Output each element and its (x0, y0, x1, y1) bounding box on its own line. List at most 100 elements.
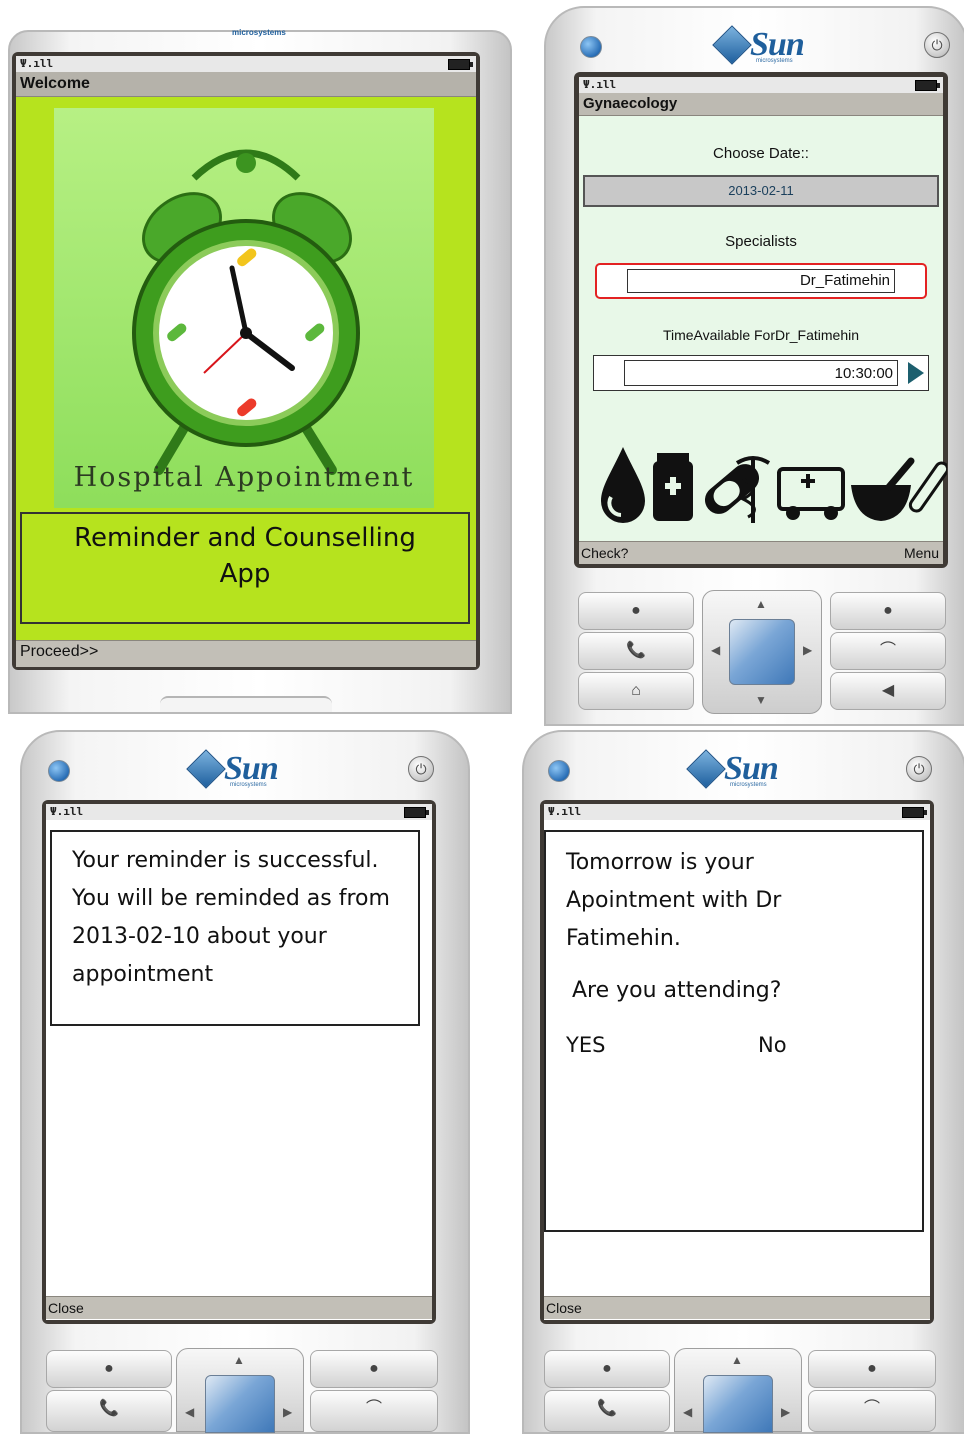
menu-soft-key[interactable]: Menu (904, 542, 939, 564)
dpad-right-icon[interactable]: ▶ (283, 1405, 292, 1419)
choose-date-label: Choose Date:: (713, 145, 809, 162)
dpad-left-icon[interactable]: ◀ (711, 643, 720, 657)
power-button[interactable]: ⏻ (924, 32, 950, 58)
left-soft-button[interactable]: ● (46, 1350, 172, 1388)
sun-logo: Sun microsystems (186, 749, 279, 789)
brand-small-text: microsystems (232, 28, 286, 37)
dpad-up-icon[interactable]: ▲ (233, 1353, 245, 1367)
brand-sub: microsystems (756, 58, 793, 64)
signal-icon: Ψ.ıll (20, 57, 54, 70)
screen-welcome-surface: Ψ.ıll Welcome Hospital Appointment Remin… (16, 56, 476, 667)
sun-diamond-icon (186, 749, 226, 789)
date-field[interactable]: 2013-02-11 (583, 175, 939, 207)
medicine-bottle-icon (653, 453, 693, 521)
status-bar: Ψ.ıll (579, 77, 943, 93)
medical-icons-strip (601, 447, 947, 523)
arrow-right-icon[interactable] (906, 362, 924, 384)
battery-icon (915, 80, 940, 91)
reminder-line-2: App (219, 559, 271, 589)
screen-gynaecology: Ψ.ıll Gynaecology Choose Date:: 2013-02-… (574, 72, 948, 568)
page-title: Welcome (16, 72, 476, 97)
signal-icon: Ψ.ıll (548, 805, 582, 818)
message-box: Your reminder is successful. You will be… (50, 830, 420, 1026)
dpad-left-icon[interactable]: ◀ (683, 1405, 692, 1419)
screen-attendance-surface: Ψ.ıll Tomorrow is your Apointment with D… (544, 804, 930, 1320)
home-button[interactable]: ⌂ (578, 672, 694, 710)
answer-row: YES No (566, 1026, 912, 1066)
left-soft-button[interactable]: ● (578, 592, 694, 630)
reminder-line-1: Reminder and Counselling (74, 523, 416, 553)
yes-option[interactable]: YES (566, 1026, 605, 1064)
close-soft-key[interactable]: Close (46, 1300, 84, 1316)
specialist-field[interactable]: Dr_Fatimehin (627, 269, 895, 293)
reminder-title-box: Reminder and Counselling App (20, 512, 470, 624)
screen-reminder-surface: Ψ.ıll Your reminder is successful. You w… (46, 804, 432, 1320)
message-line-3: Fatimehin. (566, 926, 681, 951)
camera-button[interactable] (48, 760, 70, 782)
end-call-button[interactable]: ⌒ (830, 632, 946, 670)
dpad-right-icon[interactable]: ▶ (803, 643, 812, 657)
dpad[interactable]: ▲ ▼ ◀ ▶ (702, 590, 822, 714)
call-button[interactable]: 📞 (544, 1390, 670, 1432)
dpad-up-icon[interactable]: ▲ (731, 1353, 743, 1367)
thermometer-icon (908, 461, 947, 513)
dpad-up-icon[interactable]: ▲ (755, 597, 767, 611)
camera-button[interactable] (548, 760, 570, 782)
soft-key-bar: Check? Menu (579, 541, 943, 564)
reminder-message: Your reminder is successful. You will be… (72, 848, 390, 987)
art-caption: Hospital Appointment (73, 462, 415, 493)
end-call-button[interactable]: ⌒ (310, 1390, 438, 1432)
no-option[interactable]: No (758, 1026, 787, 1064)
screen-welcome: Ψ.ıll Welcome Hospital Appointment Remin… (12, 52, 480, 670)
message-line-1: Tomorrow is your (566, 850, 754, 875)
brand-sub: microsystems (730, 782, 767, 788)
right-soft-button[interactable]: ● (310, 1350, 438, 1388)
battery-icon (448, 59, 473, 70)
right-soft-button[interactable]: ● (808, 1350, 936, 1388)
dpad-right-icon[interactable]: ▶ (781, 1405, 790, 1419)
status-bar: Ψ.ıll (16, 56, 476, 72)
soft-key-bar: Proceed>> (16, 640, 476, 667)
left-soft-button[interactable]: ● (544, 1350, 670, 1388)
sun-diamond-icon (712, 25, 752, 65)
dpad-select-button[interactable] (729, 619, 795, 685)
dpad-left-icon[interactable]: ◀ (185, 1405, 194, 1419)
screen-attendance: Ψ.ıll Tomorrow is your Apointment with D… (540, 800, 934, 1324)
dpad[interactable]: ▲ ◀ ▶ (176, 1348, 304, 1433)
status-bar: Ψ.ıll (544, 804, 930, 820)
blood-drop-icon (601, 447, 645, 523)
message-line-2: Apointment with Dr (566, 888, 782, 913)
sun-diamond-icon (686, 749, 726, 789)
time-field[interactable]: 10:30:00 (624, 360, 898, 386)
time-picker[interactable]: 10:30:00 (593, 355, 929, 391)
dpad-select-button[interactable] (703, 1375, 773, 1433)
soft-key-bar: Close (544, 1296, 930, 1319)
mortar-pestle-icon (851, 457, 915, 521)
message-box: Tomorrow is your Apointment with Dr Fati… (544, 830, 924, 1232)
screen-gyn-surface: Ψ.ıll Gynaecology Choose Date:: 2013-02-… (579, 77, 947, 564)
alarm-clock-icon (132, 149, 360, 475)
dpad[interactable]: ▲ ◀ ▶ (674, 1348, 802, 1433)
call-button[interactable]: 📞 (578, 632, 694, 670)
power-button[interactable]: ⏻ (906, 756, 932, 782)
specialists-label: Specialists (725, 233, 797, 250)
proceed-soft-key[interactable]: Proceed>> (16, 643, 98, 660)
page-title: Gynaecology (579, 93, 943, 116)
call-button[interactable]: 📞 (46, 1390, 172, 1432)
back-button[interactable]: ◀ (830, 672, 946, 710)
signal-icon: Ψ.ıll (583, 78, 617, 91)
dpad-down-icon[interactable]: ▼ (755, 693, 767, 707)
right-soft-button[interactable]: ● (830, 592, 946, 630)
specialist-focus-frame: Dr_Fatimehin (595, 263, 927, 299)
close-soft-key[interactable]: Close (544, 1300, 582, 1316)
status-bar: Ψ.ıll (46, 804, 432, 820)
time-available-label: TimeAvailable ForDr_Fatimehin (662, 327, 860, 343)
end-call-button[interactable]: ⌒ (808, 1390, 936, 1432)
check-soft-key[interactable]: Check? (579, 545, 628, 561)
power-button[interactable]: ⏻ (408, 756, 434, 782)
dpad-select-button[interactable] (205, 1375, 275, 1433)
camera-button[interactable] (580, 36, 602, 58)
attending-question: Are you attending? (572, 978, 782, 1003)
battery-icon (404, 807, 429, 818)
battery-icon (902, 807, 927, 818)
